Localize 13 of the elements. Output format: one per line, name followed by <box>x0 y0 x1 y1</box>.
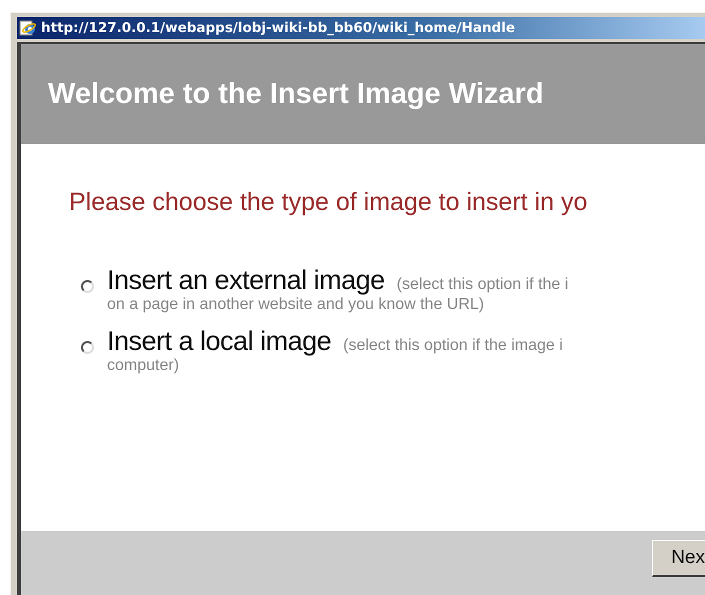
option-hint: (select this option if the image i <box>343 337 563 355</box>
option-label[interactable]: Insert an external image <box>107 265 385 296</box>
window-title: http://127.0.0.1/webapps/lobj-wiki-bb_bb60/wiki_home/Handle <box>41 20 515 36</box>
browser-icon <box>19 19 37 37</box>
option-hint: (select this option if the i <box>396 276 568 294</box>
radio-button[interactable] <box>81 341 94 354</box>
option-hint: on a page in another website and you know the URL) <box>107 296 486 314</box>
wizard-title: Welcome to the Insert Image Wizard <box>48 78 544 110</box>
option-label[interactable]: Insert a local image <box>107 326 332 357</box>
radio-button[interactable] <box>81 280 94 293</box>
next-button[interactable]: Nex <box>652 540 705 577</box>
option-hint: computer) <box>107 357 180 375</box>
question-text: Please choose the type of image to insert in yo <box>69 188 588 217</box>
